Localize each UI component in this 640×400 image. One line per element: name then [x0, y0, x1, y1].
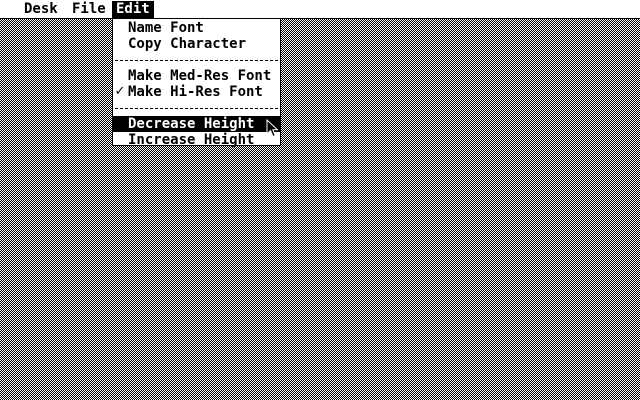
menu-item-make-hi-res-font[interactable]: ✓ Make Hi-Res Font — [113, 84, 280, 100]
menu-edit[interactable]: Edit — [112, 1, 154, 18]
menu-bar: Desk File Edit — [0, 0, 640, 19]
menu-desk[interactable]: Desk — [20, 1, 62, 18]
menu-item-make-med-res-font[interactable]: Make Med-Res Font — [113, 68, 280, 84]
edit-menu-dropdown: Name Font Copy Character Make Med-Res Fo… — [112, 18, 281, 148]
menu-item-increase-height[interactable]: Increase Height — [113, 132, 280, 148]
menu-file[interactable]: File — [68, 1, 110, 18]
menu-separator — [115, 60, 278, 61]
menu-item-decrease-height[interactable]: Decrease Height — [113, 116, 280, 132]
menu-item-name-font[interactable]: Name Font — [113, 20, 280, 36]
menu-item-label: Make Hi-Res Font — [128, 84, 263, 100]
menu-item-label: Decrease Height — [128, 116, 255, 132]
check-icon: ✓ — [114, 84, 126, 99]
menu-item-copy-character[interactable]: Copy Character — [113, 36, 280, 52]
arrow-pointer-icon — [266, 119, 279, 138]
menu-item-label: Increase Height — [128, 132, 255, 148]
menu-item-label: Make Med-Res Font — [128, 68, 272, 84]
menu-separator — [115, 108, 278, 109]
menu-item-label: Copy Character — [128, 36, 247, 52]
menu-item-label: Name Font — [128, 20, 204, 36]
